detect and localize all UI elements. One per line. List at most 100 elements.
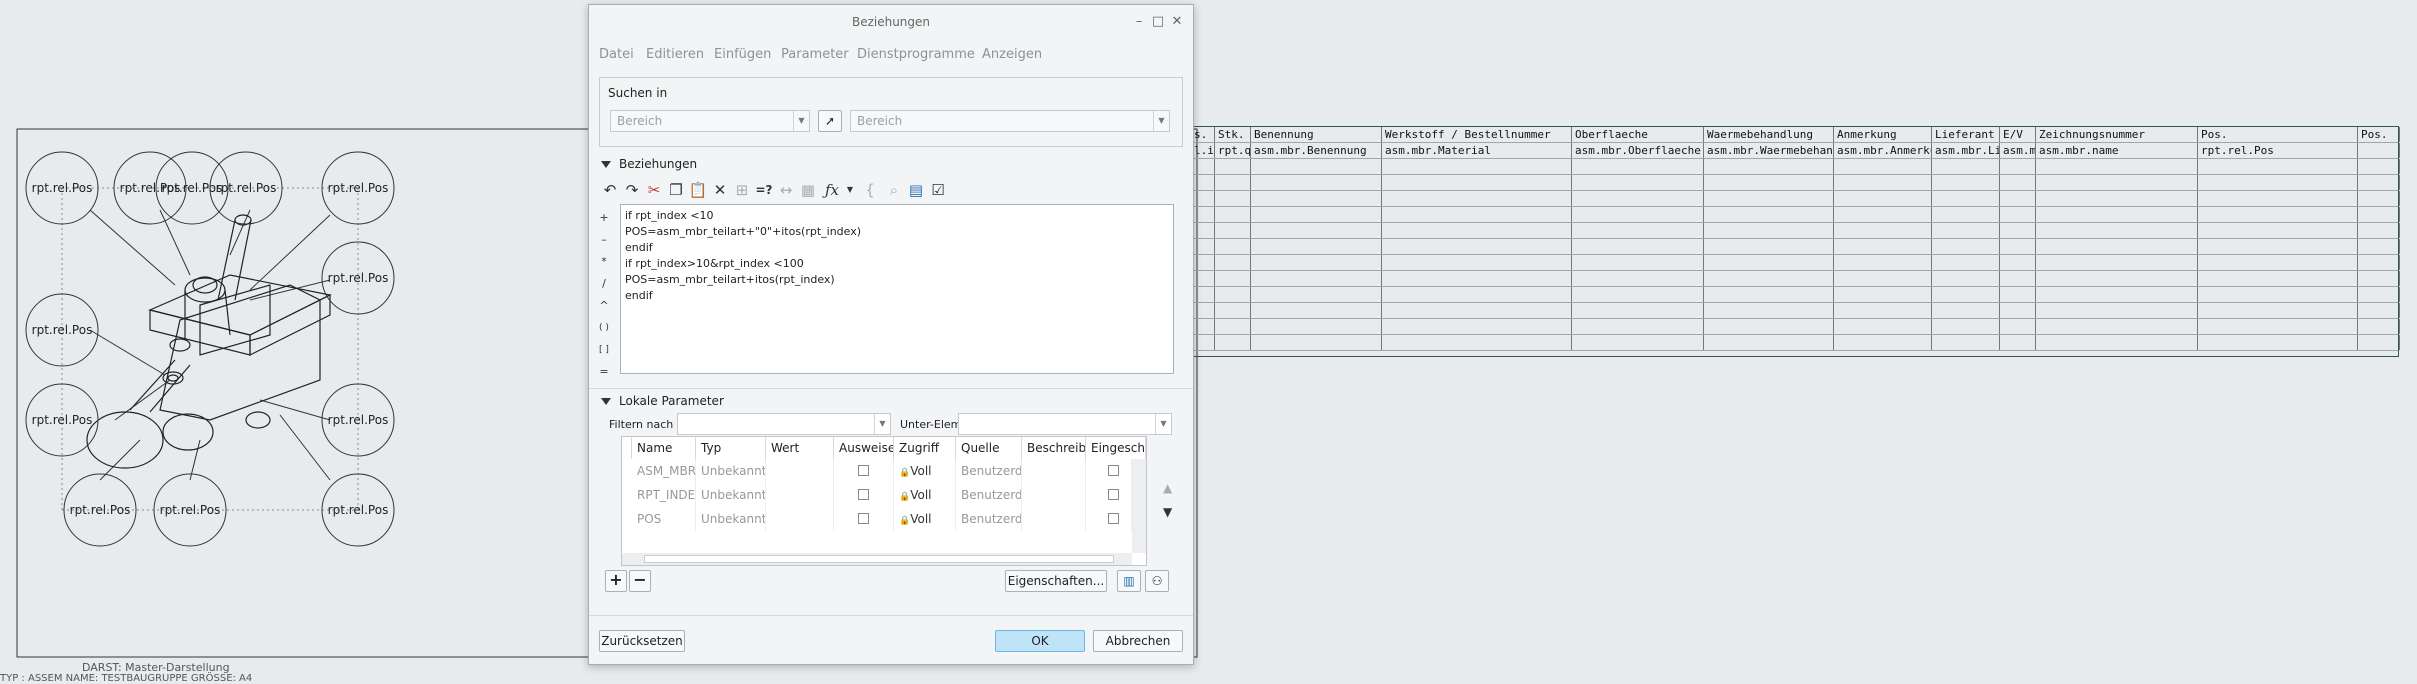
search-icon[interactable]: ⌕ xyxy=(883,179,905,201)
col-header-designate[interactable]: Ausweise xyxy=(834,437,894,459)
param-type-cell[interactable]: Unbekannt xyxy=(696,459,766,483)
bom-empty-cell xyxy=(1834,287,1932,302)
menu-datei[interactable]: Datei xyxy=(599,47,634,62)
param-access-cell[interactable]: 🔒Voll xyxy=(894,459,956,483)
param-source-cell[interactable]: Benutzerde xyxy=(956,483,1022,507)
maximize-icon[interactable]: □ xyxy=(1150,14,1166,30)
param-value-cell[interactable] xyxy=(766,483,834,507)
move-up-icon[interactable]: ▲ xyxy=(1163,481,1172,495)
filter-select[interactable]: ▼ xyxy=(677,413,891,435)
restricted-checkbox[interactable] xyxy=(1108,465,1119,476)
menu-einfuegen[interactable]: Einfügen xyxy=(714,47,771,62)
op-power[interactable]: ^ xyxy=(598,299,610,313)
reset-button[interactable]: Zurücksetzen xyxy=(599,630,685,652)
properties-button[interactable]: Eigenschaften... xyxy=(1005,570,1107,592)
evaluate-icon[interactable]: =? xyxy=(753,179,775,201)
sub-element-select[interactable]: ▼ xyxy=(958,413,1172,435)
collapse-relations-icon[interactable] xyxy=(601,161,611,168)
minimize-icon[interactable]: – xyxy=(1131,14,1147,30)
op-multiply[interactable]: * xyxy=(598,255,610,269)
param-description-cell[interactable] xyxy=(1022,507,1086,531)
op-equals[interactable]: = xyxy=(598,365,610,379)
relations-editor[interactable]: if rpt_index <10 POS=asm_mbr_teilart+"0"… xyxy=(620,204,1174,374)
param-source-cell[interactable]: Benutzerde xyxy=(956,507,1022,531)
param-value-cell[interactable] xyxy=(766,507,834,531)
col-header-description[interactable]: Beschreib xyxy=(1022,437,1086,459)
designate-checkbox[interactable] xyxy=(858,489,869,500)
table-icon[interactable]: ▤ xyxy=(905,179,927,201)
copy-icon[interactable]: ❐ xyxy=(665,179,687,201)
ok-button[interactable]: OK xyxy=(995,630,1085,652)
param-designate-cell[interactable] xyxy=(834,459,894,483)
bom-empty-cell xyxy=(2358,255,2400,270)
sort-icon[interactable]: ▦ xyxy=(797,179,819,201)
param-value-cell[interactable] xyxy=(766,459,834,483)
bom-empty-cell xyxy=(2000,287,2036,302)
param-restricted-cell[interactable] xyxy=(1086,459,1132,483)
pick-select-button[interactable]: ➚ xyxy=(818,110,842,132)
op-brackets[interactable]: [ ] xyxy=(598,343,610,357)
collapse-local-params-icon[interactable] xyxy=(601,398,611,405)
param-description-cell[interactable] xyxy=(1022,483,1086,507)
col-header-source[interactable]: Quelle xyxy=(956,437,1022,459)
cut-icon[interactable]: ✂ xyxy=(643,179,665,201)
table-row xyxy=(1191,255,2400,271)
menu-editieren[interactable]: Editieren xyxy=(646,47,704,62)
param-name-cell[interactable]: POS xyxy=(632,507,696,531)
redo-icon[interactable]: ↷ xyxy=(621,179,643,201)
param-restricted-cell[interactable] xyxy=(1086,507,1132,531)
op-minus[interactable]: – xyxy=(598,233,610,247)
col-header-restricted[interactable]: Eingeschr xyxy=(1086,437,1146,459)
param-type-cell[interactable]: Unbekannt xyxy=(696,483,766,507)
close-icon[interactable]: ✕ xyxy=(1169,14,1185,30)
horizontal-scroll-thumb[interactable] xyxy=(644,555,1114,563)
remove-parameter-button[interactable]: − xyxy=(629,570,651,592)
param-name-cell[interactable]: RPT_INDEX xyxy=(632,483,696,507)
delete-icon[interactable]: ✕ xyxy=(709,179,731,201)
dialog-titlebar[interactable]: Beziehungen – □ ✕ xyxy=(589,5,1193,41)
bom-empty-cell xyxy=(1215,255,1251,270)
menu-parameter[interactable]: Parameter xyxy=(781,47,849,62)
col-header-name[interactable]: Name xyxy=(632,437,696,459)
param-description-cell[interactable] xyxy=(1022,459,1086,483)
designate-checkbox[interactable] xyxy=(858,513,869,524)
bom-header-row: s. Stk. Benennung Werkstoff / Bestellnummer… xyxy=(1191,127,2400,143)
brackets-icon[interactable]: { } xyxy=(859,179,881,221)
designate-checkbox[interactable] xyxy=(858,465,869,476)
bom-empty-cell xyxy=(1834,159,1932,174)
param-designate-cell[interactable] xyxy=(834,483,894,507)
op-divide[interactable]: / xyxy=(598,277,610,291)
col-header-value[interactable]: Wert xyxy=(766,437,834,459)
binoculars-icon[interactable]: ⚇ xyxy=(1145,570,1169,592)
table-view-icon[interactable]: ▥ xyxy=(1117,570,1141,592)
param-type-cell[interactable]: Unbekannt xyxy=(696,507,766,531)
param-designate-cell[interactable] xyxy=(834,507,894,531)
undo-icon[interactable]: ↶ xyxy=(599,179,621,201)
move-down-icon[interactable]: ▼ xyxy=(1163,505,1172,519)
menu-dienstprogramme[interactable]: Dienstprogramme xyxy=(857,47,975,62)
bom-empty-cell xyxy=(1251,175,1382,190)
dimension-icon[interactable]: ↔ xyxy=(775,179,797,201)
param-name-cell[interactable]: ASM_MBR xyxy=(632,459,696,483)
param-access-cell[interactable]: 🔒Voll xyxy=(894,483,956,507)
scope-select-2[interactable]: Bereich ▼ xyxy=(850,110,1170,132)
vertical-scrollbar[interactable] xyxy=(1132,459,1146,553)
insert-parameter-icon[interactable]: ⊞ xyxy=(731,179,753,201)
op-parens[interactable]: ( ) xyxy=(598,321,610,335)
verify-icon[interactable]: ☑ xyxy=(927,179,949,201)
col-header-access[interactable]: Zugriff xyxy=(894,437,956,459)
scope-select-1[interactable]: Bereich ▼ xyxy=(610,110,810,132)
param-access-cell[interactable]: 🔒Voll xyxy=(894,507,956,531)
restricted-checkbox[interactable] xyxy=(1108,489,1119,500)
add-parameter-button[interactable]: + xyxy=(605,570,627,592)
menu-anzeigen[interactable]: Anzeigen xyxy=(982,47,1042,62)
bom-empty-cell xyxy=(1704,159,1834,174)
cancel-button[interactable]: Abbrechen xyxy=(1093,630,1183,652)
function-dropdown-icon[interactable]: ▼ xyxy=(839,179,861,201)
param-restricted-cell[interactable] xyxy=(1086,483,1132,507)
restricted-checkbox[interactable] xyxy=(1108,513,1119,524)
param-source-cell[interactable]: Benutzerde xyxy=(956,459,1022,483)
op-plus[interactable]: + xyxy=(598,211,610,225)
col-header-type[interactable]: Typ xyxy=(696,437,766,459)
paste-icon[interactable]: 📋 xyxy=(687,179,709,201)
